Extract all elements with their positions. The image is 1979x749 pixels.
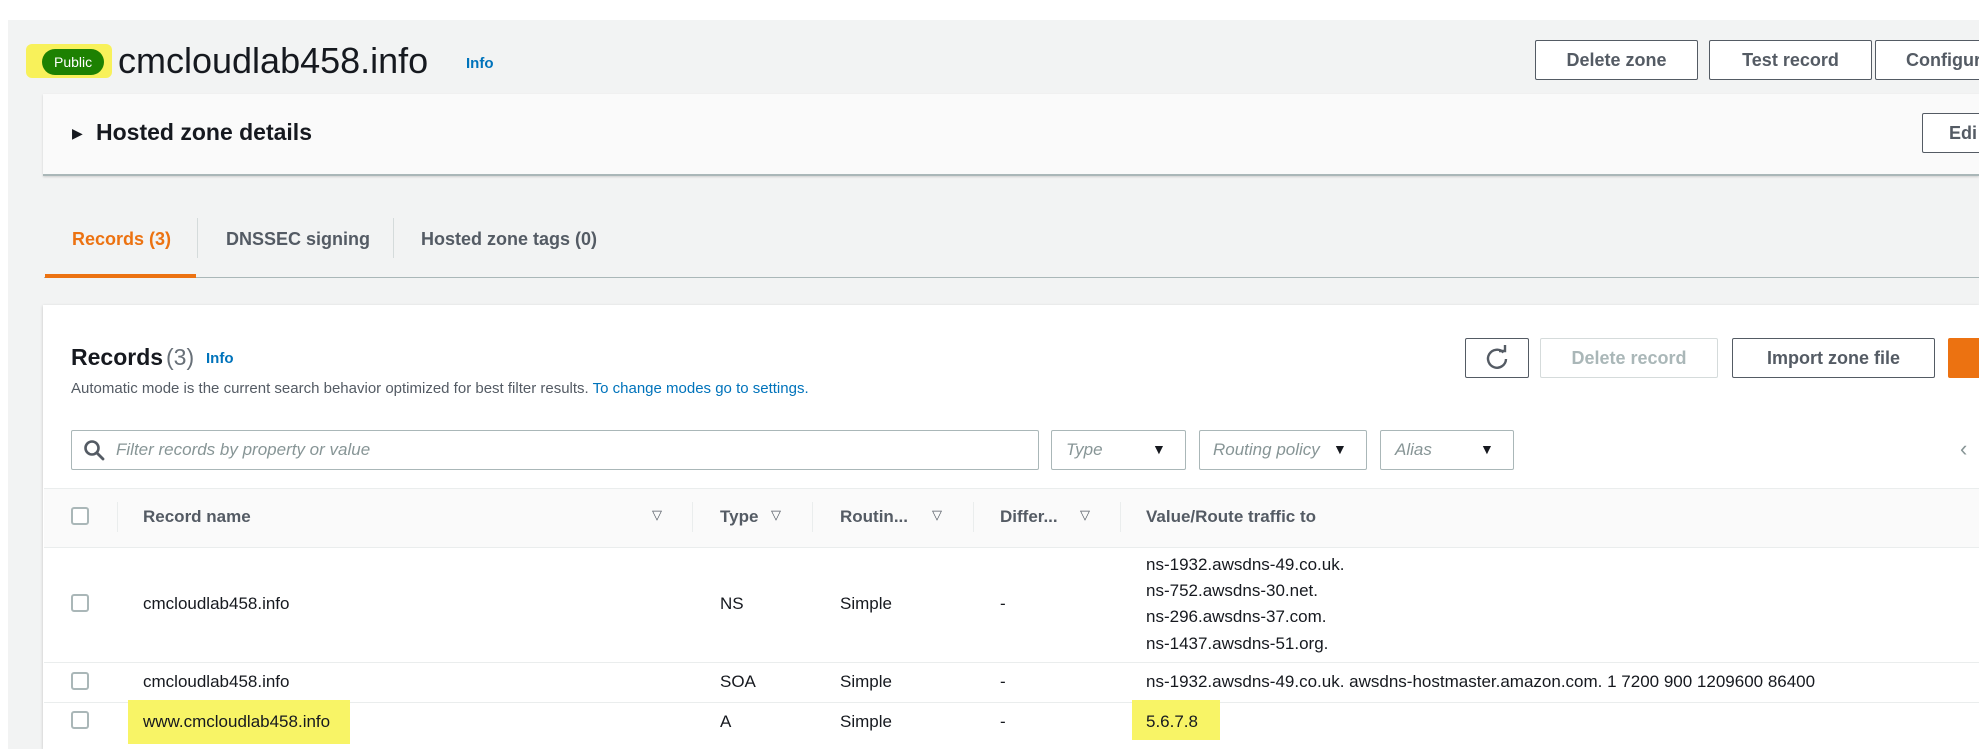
- tab-dnssec-signing[interactable]: DNSSEC signing: [226, 227, 370, 251]
- record-routing-policy: Simple: [840, 712, 892, 731]
- record-type: NS: [720, 594, 744, 613]
- record-value-line: ns-1932.awsdns-49.co.uk. awsdns-hostmast…: [1146, 672, 1816, 691]
- record-differentiator: -: [1000, 672, 1006, 691]
- search-mode-description: Automatic mode is the current search beh…: [71, 379, 809, 399]
- row-divider: [44, 662, 1979, 663]
- column-header-value[interactable]: Value/Route traffic to: [1146, 505, 1316, 529]
- chevron-down-icon: ▼: [1152, 441, 1166, 457]
- record-name: cmcloudlab458.info: [143, 594, 290, 613]
- record-value-line: ns-296.awsdns-37.com.: [1146, 607, 1327, 626]
- record-differentiator: -: [1000, 712, 1006, 731]
- records-count: (3): [166, 344, 195, 370]
- column-divider: [812, 502, 813, 532]
- search-mode-text: Automatic mode is the current search beh…: [71, 380, 589, 397]
- change-modes-link[interactable]: To change modes go to settings.: [593, 380, 809, 397]
- record-value-line: ns-1437.awsdns-51.org.: [1146, 634, 1329, 653]
- edit-hosted-zone-button[interactable]: Edi: [1922, 113, 1979, 153]
- column-divider: [117, 502, 118, 532]
- row-checkbox[interactable]: [71, 711, 89, 729]
- record-routing-policy: Simple: [840, 594, 892, 613]
- routing-policy-placeholder: Routing policy: [1213, 440, 1320, 459]
- configure-query-logging-button[interactable]: Configur: [1875, 40, 1979, 80]
- record-value-line: 5.6.7.8: [1146, 712, 1198, 731]
- chevron-down-icon: ▼: [1333, 441, 1347, 457]
- record-type: SOA: [720, 672, 756, 691]
- record-value-line: ns-752.awsdns-30.net.: [1146, 581, 1318, 600]
- import-zone-file-button[interactable]: Import zone file: [1732, 338, 1935, 378]
- type-filter-placeholder: Type: [1066, 440, 1103, 459]
- create-record-button[interactable]: [1948, 338, 1979, 378]
- test-record-button[interactable]: Test record: [1709, 40, 1872, 80]
- hosted-zone-details-panel: [43, 94, 1979, 176]
- column-header-differentiator[interactable]: Differ...: [1000, 505, 1058, 529]
- expand-caret-icon[interactable]: ▶: [72, 125, 83, 142]
- record-type: A: [720, 712, 732, 731]
- row-checkbox[interactable]: [71, 672, 89, 690]
- tab-divider: [197, 218, 198, 258]
- records-info-link[interactable]: Info: [206, 350, 234, 367]
- sort-icon[interactable]: ▽: [1080, 507, 1090, 523]
- active-tab-indicator: [45, 274, 196, 278]
- chevron-down-icon: ▼: [1480, 441, 1494, 457]
- tab-hosted-zone-tags[interactable]: Hosted zone tags (0): [421, 227, 597, 251]
- sort-icon[interactable]: ▽: [932, 507, 942, 523]
- alias-filter-placeholder: Alias: [1395, 440, 1432, 459]
- hosted-zone-details-toggle[interactable]: Hosted zone details: [96, 117, 312, 147]
- refresh-button[interactable]: [1465, 338, 1529, 378]
- public-badge: Public: [42, 49, 105, 75]
- tab-divider: [393, 218, 394, 258]
- column-divider: [1120, 502, 1121, 532]
- record-name: www.cmcloudlab458.info: [143, 712, 331, 731]
- chevron-left-icon[interactable]: ‹: [1960, 436, 1967, 462]
- sort-icon[interactable]: ▽: [652, 507, 662, 523]
- refresh-icon: [1486, 345, 1508, 369]
- title-info-link[interactable]: Info: [466, 55, 494, 72]
- search-icon: [83, 439, 105, 466]
- filter-placeholder: Filter records by property or value: [116, 440, 371, 459]
- row-checkbox[interactable]: [71, 594, 89, 612]
- record-routing-policy: Simple: [840, 672, 892, 691]
- column-header-type[interactable]: Type: [720, 505, 758, 529]
- tabs-baseline: [44, 277, 1979, 278]
- column-divider: [973, 502, 974, 532]
- select-all-checkbox[interactable]: [71, 507, 89, 525]
- record-differentiator: -: [1000, 594, 1006, 613]
- tab-records[interactable]: Records (3): [72, 227, 171, 251]
- column-header-record-name[interactable]: Record name: [143, 505, 251, 529]
- delete-zone-button[interactable]: Delete zone: [1535, 40, 1698, 80]
- delete-record-button[interactable]: Delete record: [1540, 338, 1718, 378]
- column-divider: [692, 502, 693, 532]
- column-header-routing-policy[interactable]: Routin...: [840, 505, 908, 529]
- record-value-line: ns-1932.awsdns-49.co.uk.: [1146, 555, 1345, 574]
- route53-hosted-zone-page: Public cmcloudlab458.info Info Delete zo…: [0, 0, 1979, 749]
- record-name: cmcloudlab458.info: [143, 672, 290, 691]
- sort-icon[interactable]: ▽: [771, 507, 781, 523]
- records-heading: Records: [71, 344, 164, 370]
- page-title: cmcloudlab458.info: [118, 40, 429, 81]
